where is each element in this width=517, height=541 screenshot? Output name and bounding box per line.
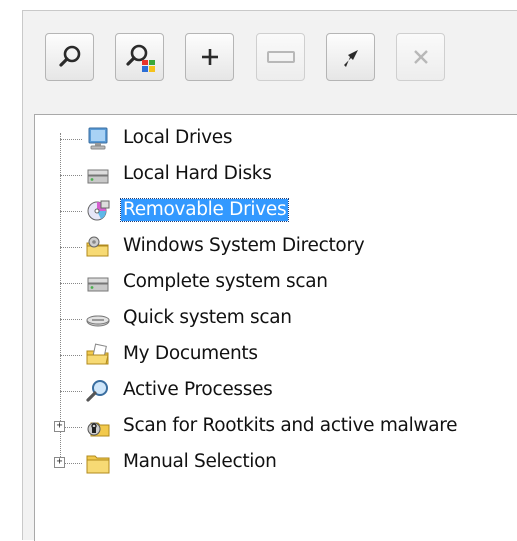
shortcut-arrow-icon: [343, 50, 358, 67]
tree-item-active-processes[interactable]: Active Processes: [35, 373, 505, 405]
system-folder-icon: [86, 236, 109, 257]
tree-item-label: My Documents: [123, 343, 258, 364]
plus-icon: [201, 49, 218, 65]
tree-item-label: Scan for Rootkits and active malware: [123, 415, 458, 436]
scan-profile-button[interactable]: [115, 33, 164, 81]
tree-branch-line: [65, 427, 82, 428]
tree-item-complete-system-scan[interactable]: Complete system scan: [35, 265, 505, 297]
removable-drive-icon: [87, 200, 110, 221]
tree-item-label: Windows System Directory: [123, 235, 365, 256]
tree-branch-line: [65, 463, 82, 464]
tree-branch-line: [60, 283, 82, 284]
rename-field-icon: [266, 51, 295, 63]
tree-branch-line: [60, 139, 82, 140]
tree-branch-line: [60, 319, 82, 320]
tree-branch-line: [60, 175, 82, 176]
expand-toggle[interactable]: +: [54, 421, 65, 432]
tree-item-quick-system-scan[interactable]: Quick system scan: [35, 301, 505, 333]
magnifier-icon: [58, 45, 80, 67]
add-button[interactable]: [185, 33, 234, 81]
tree-item-local-drives[interactable]: Local Drives: [35, 121, 505, 153]
scan-target-tree: Local Drives Local Hard Disks Removable …: [34, 114, 517, 541]
close-icon: [413, 50, 428, 64]
rename-button[interactable]: [256, 33, 305, 81]
tree-item-windows-system-directory[interactable]: Windows System Directory: [35, 229, 505, 261]
magnifier-icon: [86, 380, 108, 402]
hard-disk-icon: [87, 277, 109, 292]
tree-item-label: Complete system scan: [123, 271, 328, 292]
magnifier-windows-icon: [125, 44, 155, 72]
tree-item-label: Quick system scan: [123, 307, 292, 328]
scan-panel: Local Drives Local Hard Disks Removable …: [22, 10, 517, 541]
folder-icon: [86, 455, 110, 474]
shortcut-button[interactable]: [326, 33, 375, 81]
documents-folder-icon: [86, 343, 109, 365]
disk-drive-icon: [86, 315, 110, 327]
tree-item-label: Manual Selection: [123, 451, 277, 472]
tree-item-label: Active Processes: [123, 379, 273, 400]
tree-item-label: Local Hard Disks: [123, 163, 272, 184]
expand-toggle[interactable]: +: [54, 457, 65, 468]
tree-item-removable-drives[interactable]: Removable Drives: [35, 193, 505, 225]
delete-button[interactable]: [396, 33, 445, 81]
tree-item-manual-selection[interactable]: + Manual Selection: [35, 445, 505, 477]
tree-branch-line: [60, 391, 82, 392]
monitor-icon: [88, 127, 108, 150]
tree-item-local-hard-disks[interactable]: Local Hard Disks: [35, 157, 505, 189]
tree-branch-line: [60, 211, 82, 212]
hard-disk-icon: [87, 169, 109, 184]
tree-item-label: Local Drives: [123, 127, 233, 148]
rootkit-scan-icon: [87, 422, 110, 437]
tree-branch-line: [60, 247, 82, 248]
tree-item-scan-for-rootkits[interactable]: + Scan for Rootkits and active malware: [35, 409, 505, 441]
tree-item-my-documents[interactable]: My Documents: [35, 337, 505, 369]
tree-item-label: Removable Drives: [119, 198, 290, 222]
tree-branch-line: [60, 355, 82, 356]
scan-button[interactable]: [45, 33, 94, 81]
